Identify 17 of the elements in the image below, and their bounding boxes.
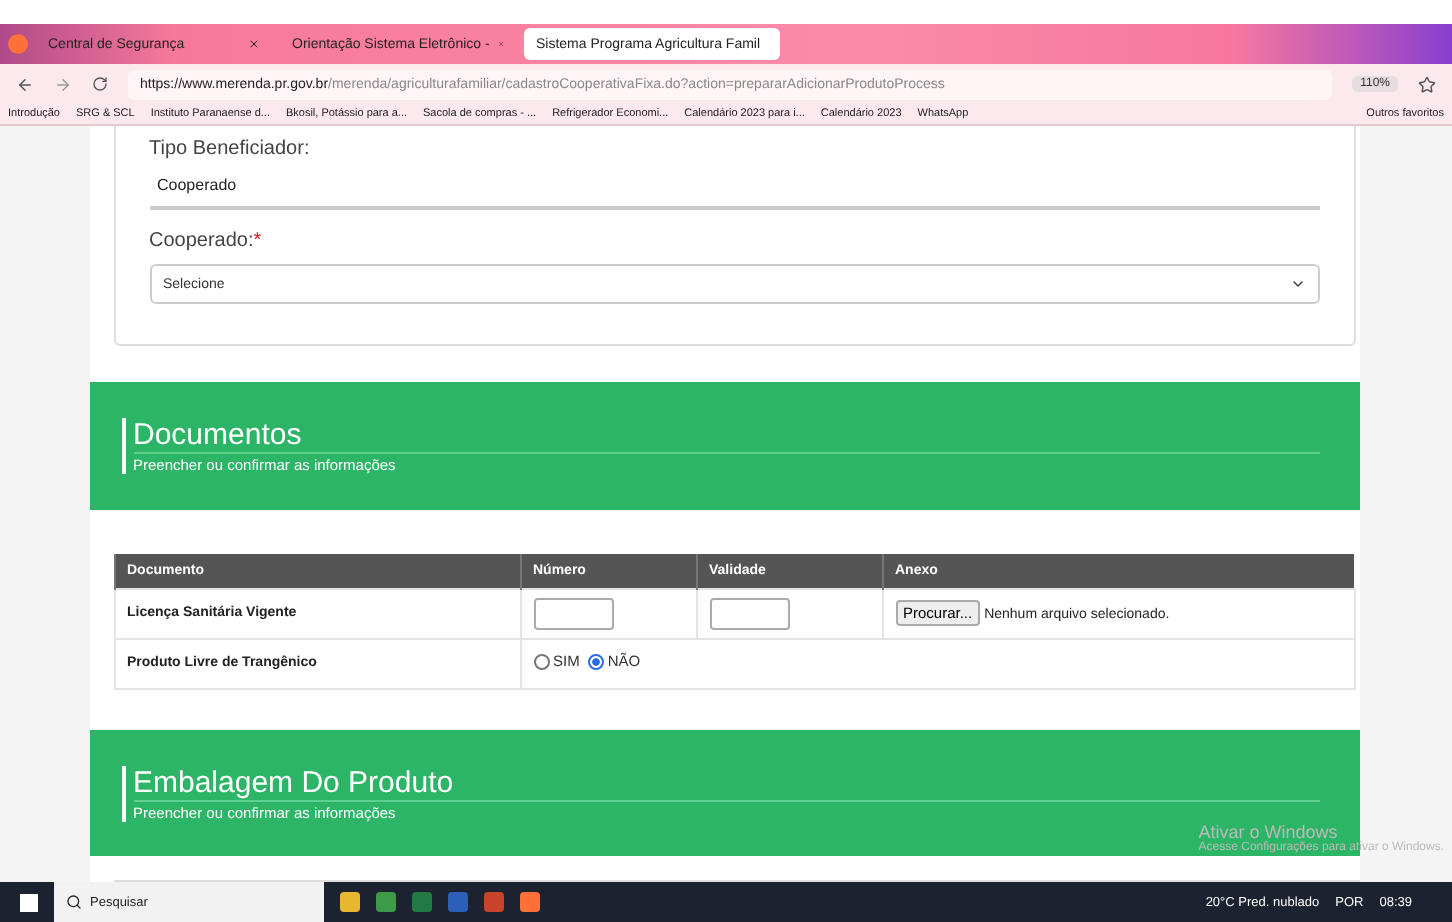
section-title: Embalagem Do Produto — [133, 765, 1319, 801]
reload-icon[interactable] — [92, 76, 108, 92]
close-icon[interactable] — [248, 38, 260, 50]
radio-button[interactable] — [533, 653, 549, 670]
number-field[interactable] — [533, 597, 613, 629]
activation-title: Ativar o Windows — [1198, 822, 1340, 842]
date-field[interactable] — [709, 597, 789, 629]
star-icon[interactable] — [1418, 75, 1436, 93]
field-label: Cooperado:* — [149, 230, 264, 252]
field-value: Cooperado — [149, 172, 1319, 210]
forward-icon[interactable] — [54, 75, 72, 93]
back-icon[interactable] — [16, 75, 34, 93]
radio-button[interactable] — [587, 653, 604, 670]
section-title: Documentos — [133, 418, 1319, 454]
chevron-down-icon — [1289, 276, 1305, 292]
search-icon — [66, 894, 82, 910]
field-label: Tipo Beneficiador: — [149, 138, 312, 160]
